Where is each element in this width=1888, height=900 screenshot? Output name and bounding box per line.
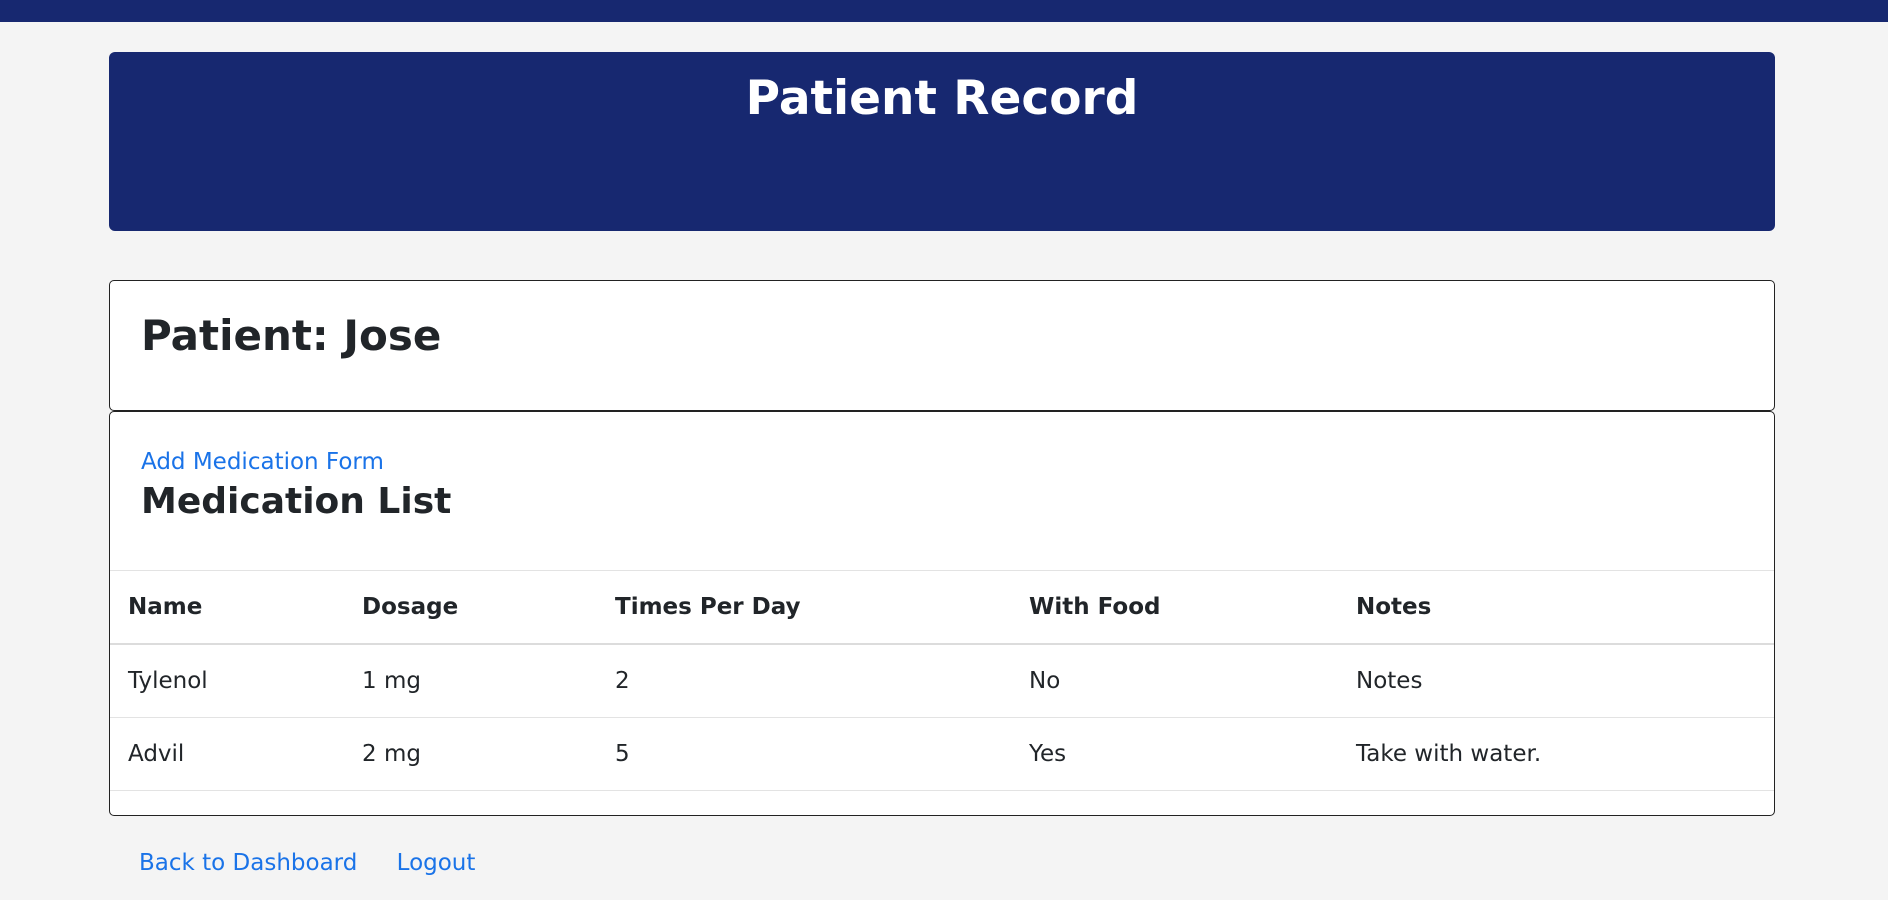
- table-header-row: Name Dosage Times Per Day With Food Note…: [110, 570, 1774, 644]
- medication-list-heading: Medication List: [141, 481, 452, 522]
- table-row: Advil 2 mg 5 Yes Take with water.: [110, 718, 1774, 791]
- notes-cell: Take with water.: [1356, 741, 1542, 767]
- column-header-notes: Notes: [1356, 594, 1432, 620]
- medication-card: Add Medication Form Medication List Name…: [109, 411, 1775, 816]
- dosage-cell: 1 mg: [362, 668, 421, 694]
- medication-name-cell: Tylenol: [128, 668, 208, 694]
- top-navbar: [0, 0, 1888, 22]
- column-header-times-per-day: Times Per Day: [615, 594, 801, 620]
- footer-links: Back to Dashboard Logout: [139, 850, 507, 876]
- times-per-day-cell: 2: [615, 668, 630, 694]
- logout-link[interactable]: Logout: [397, 850, 476, 876]
- table-row: Tylenol 1 mg 2 No Notes: [110, 644, 1774, 718]
- with-food-cell: No: [1029, 668, 1061, 694]
- column-header-name: Name: [128, 594, 203, 620]
- medication-table: Name Dosage Times Per Day With Food Note…: [110, 570, 1774, 791]
- column-header-dosage: Dosage: [362, 594, 459, 620]
- column-header-with-food: With Food: [1029, 594, 1161, 620]
- patient-card: Patient: Jose: [109, 280, 1775, 411]
- page-header-banner: Patient Record: [109, 52, 1775, 231]
- back-to-dashboard-link[interactable]: Back to Dashboard: [139, 850, 357, 876]
- add-medication-form-link[interactable]: Add Medication Form: [141, 449, 384, 475]
- with-food-cell: Yes: [1029, 741, 1067, 767]
- dosage-cell: 2 mg: [362, 741, 421, 767]
- patient-name-heading: Patient: Jose: [141, 311, 442, 360]
- page-title: Patient Record: [745, 71, 1139, 126]
- times-per-day-cell: 5: [615, 741, 630, 767]
- notes-cell: Notes: [1356, 668, 1423, 694]
- medication-name-cell: Advil: [128, 741, 185, 767]
